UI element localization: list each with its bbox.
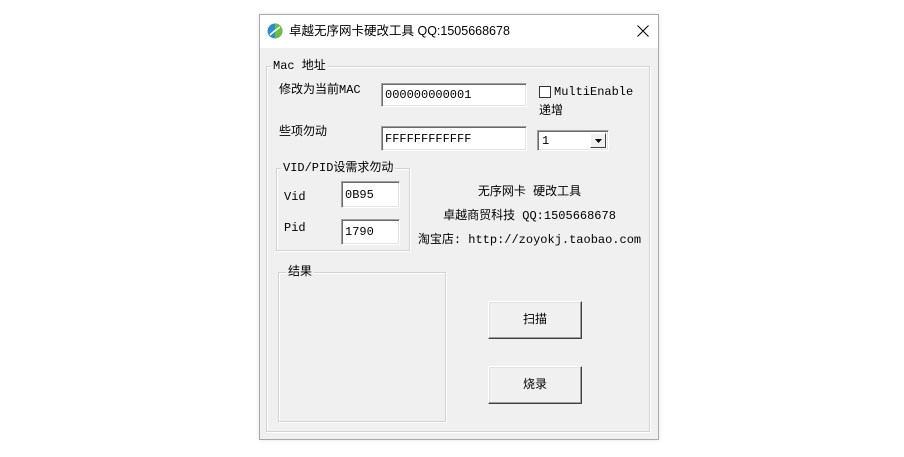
- mac-group-legend: Mac 地址: [271, 59, 328, 73]
- increment-label: 递增: [539, 104, 564, 118]
- result-group: 结果: [278, 265, 446, 422]
- pid-input[interactable]: [341, 219, 400, 245]
- window-title: 卓越无序网卡硬改工具 QQ:1505668678: [289, 24, 510, 38]
- burn-button[interactable]: 烧录: [488, 366, 582, 404]
- info-company-qq: 卓越商贸科技 QQ:1505668678: [443, 209, 616, 223]
- multi-enable-checkbox[interactable]: [539, 86, 551, 98]
- mac-group: Mac 地址 修改为当前MAC MultiEnable 递增 些项勿动 1 VI…: [266, 59, 650, 432]
- increment-select-value: 1: [542, 134, 550, 148]
- pid-label: Pid: [284, 221, 306, 235]
- current-mac-input[interactable]: [381, 83, 527, 107]
- info-product-name: 无序网卡 硬改工具: [477, 185, 582, 199]
- tool-window: 卓越无序网卡硬改工具 QQ:1505668678 Mac 地址 修改为当前MAC…: [259, 14, 659, 440]
- close-icon: [637, 25, 649, 37]
- current-mac-label: 修改为当前MAC: [279, 83, 361, 97]
- vid-input[interactable]: [341, 181, 400, 208]
- increment-select[interactable]: 1: [537, 130, 609, 151]
- chevron-down-icon: [595, 139, 602, 143]
- fixed-mac-input[interactable]: [381, 126, 527, 151]
- close-button[interactable]: [628, 15, 658, 48]
- fixed-mac-label: 些项勿动: [279, 125, 328, 139]
- vid-label: Vid: [284, 190, 306, 204]
- result-group-legend: 结果: [286, 265, 315, 279]
- scan-button[interactable]: 扫描: [488, 301, 582, 339]
- increment-select-dropdown-button[interactable]: [590, 133, 606, 148]
- info-shop-url: 淘宝店: http://zoyokj.taobao.com: [417, 233, 642, 247]
- vidpid-group: VID/PID设需求勿动 Vid Pid: [276, 161, 410, 251]
- title-bar[interactable]: 卓越无序网卡硬改工具 QQ:1505668678: [260, 15, 658, 48]
- vidpid-group-legend: VID/PID设需求勿动: [281, 161, 396, 175]
- app-icon: [267, 23, 283, 39]
- multi-enable-label: MultiEnable: [554, 85, 634, 99]
